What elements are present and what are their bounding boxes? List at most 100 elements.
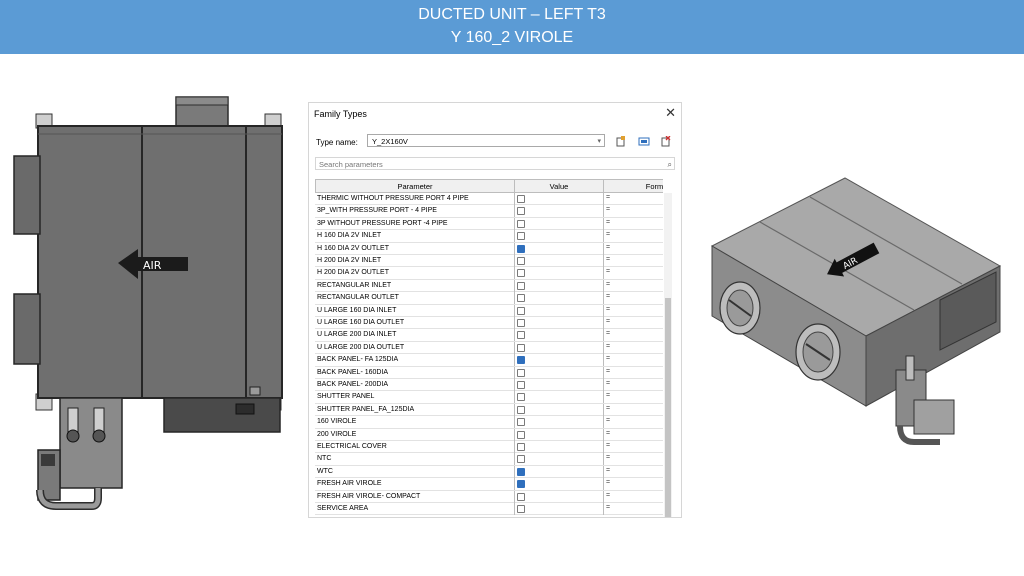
formula-cell[interactable]: = <box>603 403 663 416</box>
formula-cell[interactable]: = <box>603 242 663 255</box>
formula-cell[interactable]: = <box>603 379 663 391</box>
formula-cell[interactable]: = <box>603 465 663 478</box>
formula-text: = <box>606 454 611 462</box>
value-cell <box>514 279 603 292</box>
parameter-checkbox[interactable] <box>517 467 525 476</box>
formula-cell[interactable]: = <box>603 453 663 466</box>
table-row[interactable]: H 200 DIA 2V OUTLET = <box>315 267 663 280</box>
new-type-icon[interactable] <box>614 136 626 148</box>
parameter-checkbox[interactable] <box>517 319 525 327</box>
parameter-name: FRESH AIR VIROLE <box>317 480 382 488</box>
parameter-checkbox[interactable] <box>517 368 525 377</box>
type-name-dropdown[interactable]: Y_2X160V ▾ <box>367 134 605 147</box>
table-row[interactable]: BACK PANEL- FA 125DIA = <box>315 354 663 367</box>
formula-text: = <box>606 318 611 325</box>
formula-cell[interactable]: = <box>603 279 663 292</box>
formula-cell[interactable]: = <box>603 292 663 305</box>
table-row[interactable]: THERMIC WITHOUT PRESSURE PORT 4 PIPE = <box>315 193 663 206</box>
parameter-checkbox[interactable] <box>517 443 525 451</box>
table-row[interactable]: SHUTTER PANEL = <box>315 391 663 404</box>
table-row[interactable]: BACK PANEL- 200DIA = <box>315 379 663 392</box>
parameter-checkbox[interactable] <box>517 219 525 228</box>
parameter-checkbox[interactable] <box>517 207 525 216</box>
formula-cell[interactable]: = <box>603 267 663 280</box>
table-row[interactable]: H 160 DIA 2V INLET = <box>315 230 663 243</box>
parameter-checkbox[interactable] <box>517 306 525 315</box>
formula-cell[interactable]: = <box>603 416 663 429</box>
parameter-checkbox[interactable] <box>517 257 525 265</box>
table-row[interactable]: RECTANGULAR INLET = <box>315 279 663 293</box>
table-row[interactable]: H 200 DIA 2V INLET = <box>315 255 663 268</box>
parameter-checkbox[interactable] <box>517 195 525 203</box>
table-row[interactable]: NTC = <box>315 453 663 466</box>
formula-cell[interactable]: = <box>603 304 663 317</box>
formula-cell[interactable]: = <box>603 205 663 218</box>
formula-cell[interactable]: = <box>603 230 663 243</box>
parameter-checkbox[interactable] <box>517 405 525 414</box>
parameter-checkbox[interactable] <box>517 356 525 365</box>
table-row[interactable]: SERVICE AREA = <box>315 503 663 516</box>
formula-cell[interactable]: = <box>603 478 663 491</box>
formula-cell[interactable]: = <box>603 503 663 515</box>
parameter-name: U LARGE 200 DIA OUTLET <box>317 343 405 351</box>
formula-cell[interactable]: = <box>603 217 663 230</box>
table-row[interactable]: 200 VIROLE = <box>315 428 663 441</box>
table-row[interactable]: H 160 DIA 2V OUTLET = <box>315 242 663 255</box>
table-row[interactable]: U LARGE 160 DIA INLET = <box>315 304 663 317</box>
formula-cell[interactable]: = <box>603 366 663 379</box>
formula-cell[interactable]: = <box>603 391 663 404</box>
parameter-checkbox[interactable] <box>517 331 525 340</box>
table-row[interactable]: FRESH AIR VIROLE- COMPACT = <box>315 490 663 503</box>
parameter-checkbox[interactable] <box>517 343 525 352</box>
value-cell <box>514 379 603 391</box>
rename-type-icon[interactable] <box>638 136 650 148</box>
parameter-checkbox[interactable] <box>517 244 525 253</box>
parameter-checkbox[interactable] <box>517 430 525 439</box>
table-row[interactable]: FRESH AIR VIROLE = <box>315 478 663 491</box>
formula-cell[interactable]: = <box>603 329 663 342</box>
parameter-checkbox[interactable] <box>517 480 525 489</box>
formula-cell[interactable]: = <box>603 490 663 503</box>
formula-cell[interactable]: = <box>603 255 663 267</box>
value-cell <box>514 230 603 243</box>
scrollbar-thumb[interactable] <box>665 298 671 517</box>
parameter-checkbox[interactable] <box>517 232 525 241</box>
formula-text: = <box>606 206 611 214</box>
table-row[interactable]: SHUTTER PANEL_FA_125DIA = <box>315 403 663 417</box>
table-row[interactable]: U LARGE 200 DIA INLET = <box>315 329 663 342</box>
table-row[interactable]: RECTANGULAR OUTLET = <box>315 292 663 305</box>
parameter-checkbox[interactable] <box>517 294 525 303</box>
parameter-name: BACK PANEL- 160DIA <box>317 368 389 376</box>
formula-text: = <box>606 342 611 350</box>
parameter-checkbox[interactable] <box>517 418 525 427</box>
table-row[interactable]: U LARGE 160 DIA OUTLET = <box>315 317 663 330</box>
table-row[interactable]: BACK PANEL- 160DIA = <box>315 366 663 379</box>
close-icon[interactable]: ✕ <box>665 105 676 121</box>
parameter-checkbox[interactable] <box>517 455 525 464</box>
parameter-checkbox[interactable] <box>517 492 525 501</box>
formula-cell[interactable]: = <box>603 441 663 453</box>
parameter-checkbox[interactable] <box>517 381 525 389</box>
table-row[interactable]: WTC = <box>315 465 663 479</box>
formula-cell[interactable]: = <box>603 193 663 205</box>
column-header-formula[interactable]: Formula <box>604 180 663 194</box>
column-header-value[interactable]: Value <box>515 180 604 194</box>
parameter-checkbox[interactable] <box>517 269 525 278</box>
formula-cell[interactable]: = <box>603 428 663 441</box>
search-parameters-input[interactable]: Search parameters ⌕ <box>315 157 675 170</box>
formula-cell[interactable]: = <box>603 354 663 367</box>
table-row[interactable]: 3P WITHOUT PRESSURE PORT -4 PIPE = <box>315 217 663 231</box>
table-row[interactable]: U LARGE 200 DIA OUTLET = <box>315 341 663 355</box>
table-row[interactable]: 160 VIROLE = <box>315 416 663 429</box>
parameter-name: BACK PANEL- FA 125DIA <box>317 356 399 364</box>
formula-cell[interactable]: = <box>603 317 663 329</box>
parameter-checkbox[interactable] <box>517 393 525 402</box>
value-cell <box>514 329 603 342</box>
delete-type-icon[interactable] <box>659 135 671 148</box>
table-row[interactable]: ELECTRICAL COVER = <box>315 441 663 454</box>
table-row[interactable]: 3P_WITH PRESSURE PORT - 4 PIPE = <box>315 205 663 218</box>
column-header-parameter[interactable]: Parameter <box>316 180 515 194</box>
parameter-checkbox[interactable] <box>517 505 525 513</box>
formula-cell[interactable]: = <box>603 341 663 354</box>
parameter-checkbox[interactable] <box>517 281 525 290</box>
